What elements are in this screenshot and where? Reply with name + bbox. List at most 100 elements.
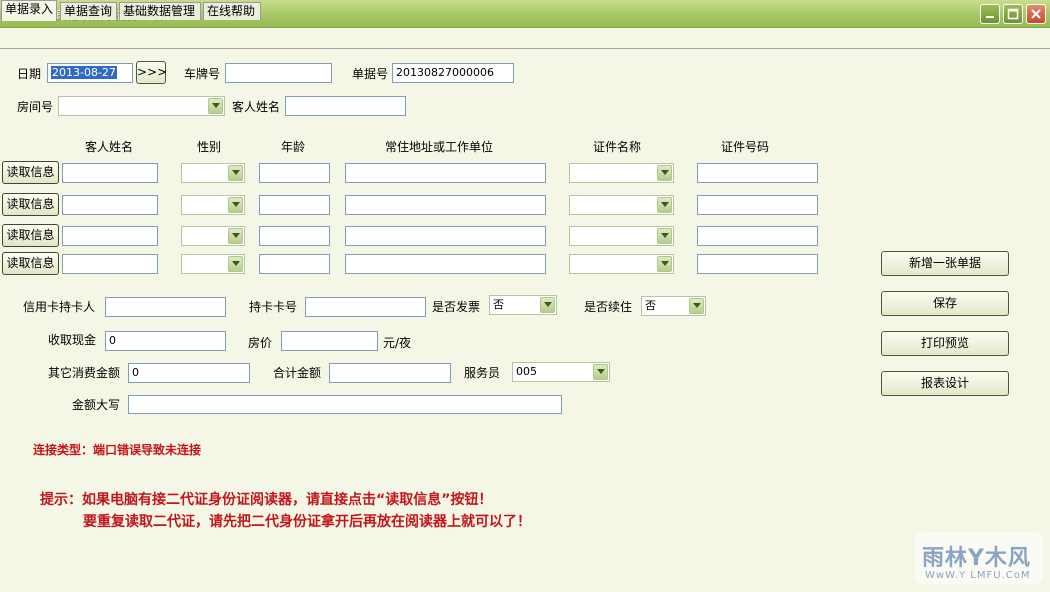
guest-row-age[interactable] [259, 163, 330, 183]
card-holder-label: 信用卡持卡人 [23, 300, 96, 314]
col-header-gender: 性别 [197, 140, 222, 154]
guest-row-id-type-select[interactable] [569, 195, 674, 215]
guest-row-gender-select[interactable] [181, 254, 245, 274]
card-holder-input[interactable] [105, 297, 226, 317]
guest-row-gender-select[interactable] [181, 226, 245, 246]
guest-row-name[interactable] [62, 195, 158, 215]
room-rate-unit: 元/夜 [383, 336, 412, 350]
maximize-icon [1007, 8, 1019, 20]
guest-row-gender-select[interactable] [181, 195, 245, 215]
invoice-value: 否 [493, 298, 504, 311]
chevron-down-icon[interactable] [208, 98, 223, 114]
chevron-down-icon[interactable] [228, 228, 243, 244]
guest-row-name[interactable] [62, 163, 158, 183]
col-header-address: 常住地址或工作单位 [385, 140, 494, 154]
date-input[interactable]: 2013-08-27 [47, 63, 133, 83]
chevron-down-icon[interactable] [689, 298, 704, 314]
chevron-down-icon[interactable] [228, 256, 243, 272]
chevron-down-icon[interactable] [593, 364, 608, 380]
amount-words-label: 金额大写 [72, 398, 121, 412]
total-input[interactable] [329, 363, 451, 383]
col-header-id-no: 证件号码 [721, 140, 770, 154]
close-button[interactable] [1026, 4, 1046, 24]
guest-row-id-no[interactable] [697, 254, 818, 274]
staff-select[interactable]: 005 [512, 362, 610, 382]
new-receipt-button[interactable]: 新增一张单据 [881, 251, 1009, 276]
extend-stay-value: 否 [645, 299, 656, 312]
total-label: 合计金额 [273, 366, 322, 380]
guest-row-name[interactable] [62, 226, 158, 246]
date-value: 2013-08-27 [51, 66, 117, 79]
watermark-logo: 雨林Y木风 [922, 546, 1031, 571]
print-preview-button[interactable]: 打印预览 [881, 331, 1009, 356]
guest-row-address[interactable] [345, 254, 546, 274]
invoice-label: 是否发票 [432, 300, 481, 314]
room-label: 房间号 [17, 100, 54, 114]
guest-row-age[interactable] [259, 226, 330, 246]
chevron-down-icon[interactable] [540, 297, 555, 313]
guest-row-name[interactable] [62, 254, 158, 274]
chevron-down-icon[interactable] [657, 256, 672, 272]
tab-strip [0, 29, 1050, 49]
guest-row-id-type-select[interactable] [569, 163, 674, 183]
watermark-url: WwW.Y LMFU.CoM [925, 570, 1031, 581]
staff-label: 服务员 [464, 366, 501, 380]
read-info-button[interactable]: 读取信息 [2, 252, 59, 275]
guest-row-id-type-select[interactable] [569, 254, 674, 274]
plate-input[interactable] [225, 63, 332, 83]
tip-line-2: 要重复读取二代证，请先把二代身份证拿开后再放在阅读器上就可以了！ [83, 514, 531, 530]
cash-label: 收取现金 [48, 333, 97, 347]
extend-stay-label: 是否续住 [584, 300, 633, 314]
tab-receipt-entry[interactable]: 单据录入 [1, 0, 57, 21]
date-label: 日期 [17, 67, 42, 81]
col-header-id-type: 证件名称 [593, 140, 642, 154]
tab-online-help[interactable]: 在线帮助 [203, 2, 261, 20]
chevron-down-icon[interactable] [657, 165, 672, 181]
cash-input[interactable]: 0 [105, 331, 226, 351]
tab-basic-data[interactable]: 基础数据管理 [119, 2, 201, 20]
chevron-down-icon[interactable] [228, 165, 243, 181]
room-rate-input[interactable] [281, 331, 378, 351]
room-rate-label: 房价 [248, 336, 273, 350]
date-picker-button[interactable]: >>> [136, 61, 167, 84]
guest-row-address[interactable] [345, 226, 546, 246]
room-select[interactable] [58, 96, 225, 116]
minimize-button[interactable] [980, 4, 1000, 24]
tab-receipt-query[interactable]: 单据查询 [60, 2, 117, 20]
guest-name-label: 客人姓名 [232, 100, 281, 114]
chevron-down-icon[interactable] [228, 197, 243, 213]
maximize-button[interactable] [1003, 4, 1023, 24]
close-icon [1031, 9, 1041, 19]
receipt-no-label: 单据号 [352, 67, 389, 81]
save-button[interactable]: 保存 [881, 291, 1009, 316]
plate-label: 车牌号 [184, 67, 221, 81]
invoice-select[interactable]: 否 [489, 295, 557, 315]
guest-row-id-type-select[interactable] [569, 226, 674, 246]
minimize-icon [986, 16, 994, 18]
col-header-name: 客人姓名 [85, 140, 134, 154]
amount-words-input[interactable] [128, 395, 562, 414]
guest-name-input[interactable] [285, 96, 406, 116]
card-no-label: 持卡卡号 [249, 300, 298, 314]
guest-row-age[interactable] [259, 254, 330, 274]
other-amount-label: 其它消费金额 [48, 366, 121, 380]
guest-row-address[interactable] [345, 163, 546, 183]
read-info-button[interactable]: 读取信息 [2, 161, 59, 184]
report-design-button[interactable]: 报表设计 [881, 371, 1009, 396]
receipt-no-input[interactable]: 20130827000006 [392, 63, 514, 83]
staff-value: 005 [516, 365, 537, 378]
card-no-input[interactable] [305, 297, 426, 317]
guest-row-gender-select[interactable] [181, 163, 245, 183]
chevron-down-icon[interactable] [657, 197, 672, 213]
connection-status: 连接类型：端口错误导致未连接 [33, 443, 202, 457]
guest-row-id-no[interactable] [697, 195, 818, 215]
guest-row-age[interactable] [259, 195, 330, 215]
guest-row-address[interactable] [345, 195, 546, 215]
chevron-down-icon[interactable] [657, 228, 672, 244]
read-info-button[interactable]: 读取信息 [2, 193, 59, 216]
guest-row-id-no[interactable] [697, 163, 818, 183]
read-info-button[interactable]: 读取信息 [2, 224, 59, 247]
guest-row-id-no[interactable] [697, 226, 818, 246]
extend-stay-select[interactable]: 否 [641, 296, 706, 316]
other-amount-input[interactable]: 0 [128, 363, 250, 383]
